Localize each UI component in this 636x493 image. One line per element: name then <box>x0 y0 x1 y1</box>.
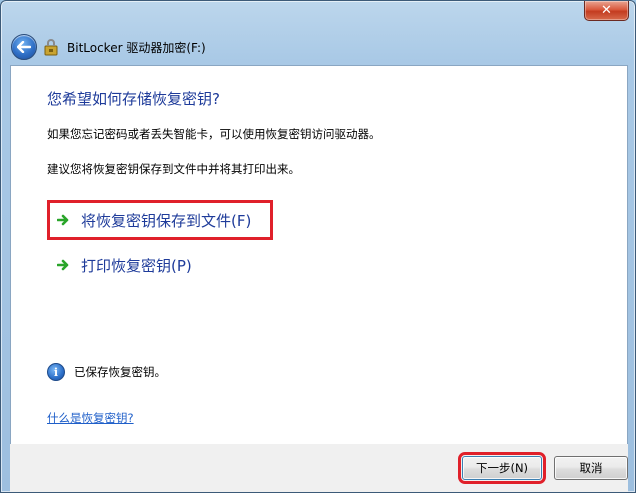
what-is-recovery-key-link[interactable]: 什么是恢复密钥? <box>47 410 134 426</box>
info-icon: i <box>47 363 65 381</box>
bitlocker-dialog: ✕ BitLocker 驱动器加密(F:) 您希望如何存储恢复密钥? 如果您忘记… <box>0 0 636 493</box>
green-arrow-icon <box>57 259 69 271</box>
recommendation-text: 建议您将恢复密钥保存到文件中并将其打印出来。 <box>47 162 300 176</box>
description-text: 如果您忘记密码或者丢失智能卡，可以使用恢复密钥访问驱动器。 <box>47 127 381 141</box>
back-arrow-icon <box>17 41 31 53</box>
navigation-bar: BitLocker 驱动器加密(F:) <box>1 27 635 65</box>
next-button[interactable]: 下一步(N) <box>458 452 546 484</box>
cancel-button[interactable]: 取消 <box>554 456 628 480</box>
status-text: 已保存恢复密钥。 <box>74 365 166 379</box>
print-key-link[interactable]: 打印恢复密钥(P) <box>47 248 192 282</box>
title-bar: ✕ <box>1 1 635 27</box>
save-to-file-label: 将恢复密钥保存到文件(F) <box>81 211 252 230</box>
back-button[interactable] <box>11 34 37 60</box>
print-key-label: 打印恢复密钥(P) <box>81 256 192 275</box>
save-to-file-link[interactable]: 将恢复密钥保存到文件(F) <box>47 200 273 240</box>
bitlocker-icon <box>44 39 58 56</box>
close-icon: ✕ <box>601 3 612 18</box>
green-arrow-icon <box>57 214 69 226</box>
content-panel: 您希望如何存储恢复密钥? 如果您忘记密码或者丢失智能卡，可以使用恢复密钥访问驱动… <box>10 65 628 445</box>
window-title: BitLocker 驱动器加密(F:) <box>67 41 206 55</box>
close-button[interactable]: ✕ <box>584 1 629 21</box>
button-bar: 下一步(N) 取消 <box>10 444 628 492</box>
status-message: i 已保存恢复密钥。 <box>47 363 166 381</box>
page-heading: 您希望如何存储恢复密钥? <box>47 90 220 108</box>
